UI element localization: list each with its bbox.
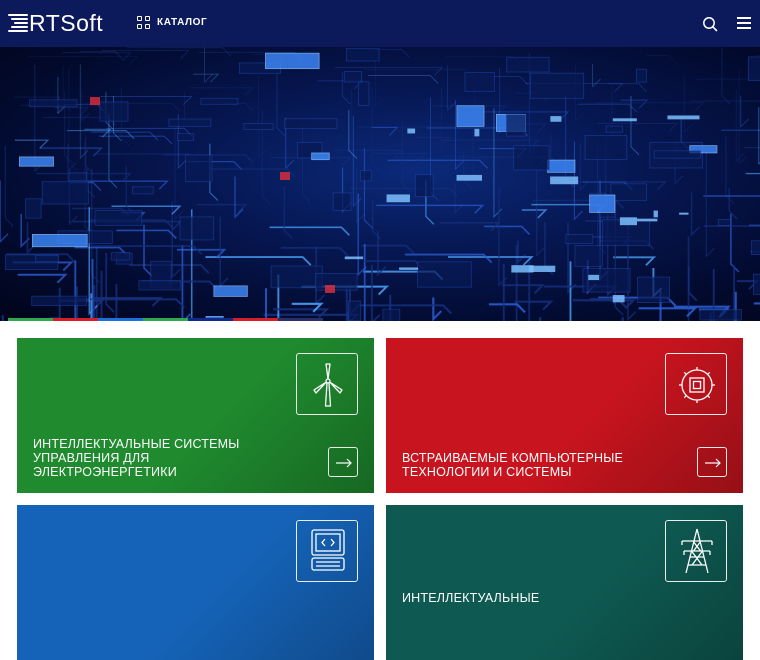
arrow-right-icon[interactable] (328, 447, 358, 477)
slider-segment[interactable] (53, 318, 98, 321)
slider-segment[interactable] (8, 318, 53, 321)
card-title: Интеллектуальные (402, 591, 540, 605)
arrow-right-icon[interactable] (697, 447, 727, 477)
card-power-industry[interactable]: Интеллектуальные системы управления для … (17, 338, 374, 493)
card-embedded-systems[interactable]: Встраиваемые компьютерные технологии и с… (386, 338, 743, 493)
hamburger-menu-icon[interactable] (737, 17, 751, 29)
grid-icon (137, 16, 150, 29)
logo-text: RTSoft (29, 9, 104, 36)
slider-segment[interactable] (278, 318, 323, 321)
wind-turbine-icon (296, 353, 358, 415)
slider-segment[interactable] (233, 318, 278, 321)
catalog-button[interactable]: КАТАЛОГ (137, 16, 207, 29)
chip-gear-icon (665, 353, 727, 415)
card-title: Встраиваемые компьютерные технологии и с… (402, 451, 624, 479)
catalog-label: КАТАЛОГ (157, 17, 208, 28)
computer-terminal-icon (296, 520, 358, 582)
slider-segment[interactable] (143, 318, 188, 321)
card-computing[interactable] (17, 505, 374, 660)
slider-indicator[interactable] (8, 318, 323, 321)
card-title: Интеллектуальные системы управления для … (33, 437, 240, 479)
search-icon[interactable] (702, 16, 718, 32)
card-intelligent-systems[interactable]: Интеллектуальные (386, 505, 743, 660)
power-tower-icon (665, 520, 727, 582)
slider-segment[interactable] (98, 318, 143, 321)
site-header: RTSoft КАТАЛОГ (0, 0, 760, 47)
circuit-board-image (0, 47, 760, 321)
slider-segment[interactable] (188, 318, 233, 321)
rtsoft-logo[interactable]: RTSoft (8, 9, 104, 36)
hero-banner[interactable] (0, 47, 760, 321)
logo-mark-icon (8, 14, 28, 32)
